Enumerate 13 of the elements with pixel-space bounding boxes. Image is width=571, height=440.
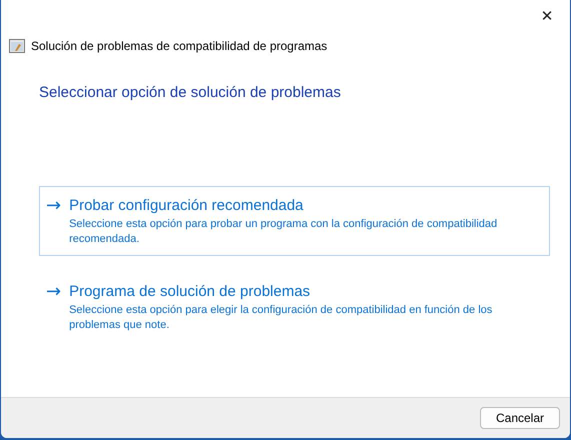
option-description: Seleccione esta opción para elegir la configuración de compatibilidad en función de los problemas que note.	[69, 303, 494, 333]
option-link[interactable]: → Probar configuración recomendada Seleccione esta opción para probar un programa con la configuración de compatibilidad recomendada.	[39, 186, 550, 256]
arrow-icon: →	[46, 197, 62, 247]
app-icon	[9, 39, 25, 53]
option-title: Probar configuración recomendada	[69, 197, 304, 214]
option-description: Seleccione esta opción para probar un programa con la configuración de compatibilidad recomendada.	[69, 217, 498, 247]
option-title: Programa de solución de problemas	[69, 283, 312, 300]
close-button[interactable]: ✕	[524, 0, 570, 32]
cancel-button[interactable]: Cancelar	[480, 407, 560, 429]
arrow-icon: →	[46, 283, 62, 333]
window-title: Solución de problemas de compatibilidad de programas	[31, 39, 328, 53]
option-link[interactable]: → Programa de solución de problemas Seleccione esta opción para elegir la configuración de compatibilidad en función de los problemas que note.	[39, 272, 550, 342]
page-heading: Seleccionar opción de solución de problemas	[39, 84, 342, 101]
